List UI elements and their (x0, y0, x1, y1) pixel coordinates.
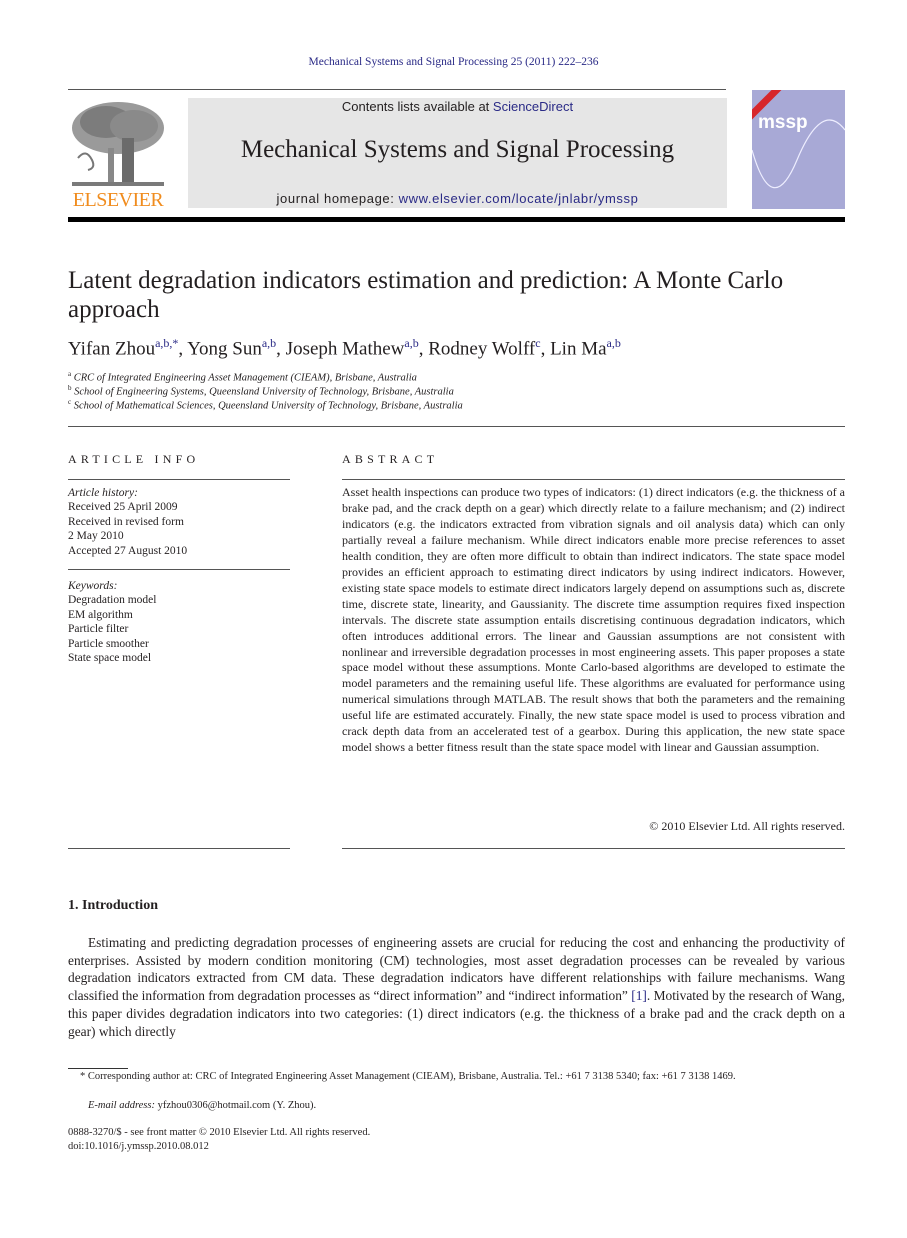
doi-line[interactable]: doi:10.1016/j.ymssp.2010.08.012 (68, 1140, 828, 1155)
contents-line: Contents lists available at ScienceDirec… (188, 99, 727, 114)
history-item: Received in revised form (68, 515, 184, 528)
email-address[interactable]: yfzhou0306@hotmail.com (Y. Zhou). (155, 1100, 317, 1111)
footnote-rule (68, 1068, 128, 1069)
author-name[interactable]: Joseph Mathew (286, 338, 405, 359)
author-affiliation-sup[interactable]: a,b (404, 336, 418, 350)
affiliation: c School of Mathematical Sciences, Queen… (68, 398, 463, 412)
corresponding-author-note: * Corresponding author at: CRC of Integr… (80, 1071, 736, 1082)
affiliation: b School of Engineering Systems, Queensl… (68, 384, 454, 398)
affiliation-text: CRC of Integrated Engineering Asset Mana… (73, 372, 417, 384)
email-note: E-mail address: yfzhou0306@hotmail.com (… (68, 1099, 848, 1114)
keywords-rule (68, 569, 290, 570)
author-affiliation-sup[interactable]: a,b (262, 336, 276, 350)
keyword: Particle smoother (68, 637, 149, 650)
article-title: Latent degradation indicators estimation… (68, 267, 784, 323)
introduction-heading: 1. Introduction (68, 898, 158, 913)
journal-name: Mechanical Systems and Signal Processing (240, 136, 675, 163)
affiliations-rule (68, 426, 845, 427)
affiliation-text: School of Engineering Systems, Queenslan… (74, 386, 454, 398)
journal-homepage-link[interactable]: www.elsevier.com/locate/jnlabr/ymssp (399, 191, 639, 206)
affiliation-key: b (68, 384, 72, 392)
introduction-text: Estimating and predicting degradation pr… (68, 934, 845, 1040)
homepage-prefix: journal homepage: (276, 191, 399, 206)
article-info-bottom-rule (68, 848, 290, 849)
keyword: Particle filter (68, 623, 129, 636)
journal-reference[interactable]: Mechanical Systems and Signal Processing… (0, 56, 907, 68)
author-name[interactable]: Yifan Zhou (68, 338, 155, 359)
affiliation-key: a (68, 370, 72, 378)
author-name[interactable]: Yong Sun (187, 338, 262, 359)
author-name[interactable]: Lin Ma (550, 338, 606, 359)
keywords-label: Keywords: (68, 580, 118, 592)
keyword: State space model (68, 652, 152, 665)
homepage-line: journal homepage: www.elsevier.com/locat… (188, 191, 727, 206)
article-info-rule (68, 479, 290, 480)
abstract-text: Asset health inspections can produce two… (342, 485, 845, 755)
author-list: Yifan Zhoua,b,*, Yong Suna,b, Joseph Mat… (68, 336, 621, 360)
elsevier-wordmark: ELSEVIER (72, 189, 164, 211)
author-name[interactable]: Rodney Wolff (428, 338, 535, 359)
contents-prefix: Contents lists available at (341, 99, 493, 114)
keyword: EM algorithm (68, 608, 133, 621)
keyword: Degradation model (68, 594, 157, 607)
affiliation-text: School of Mathematical Sciences, Queensl… (73, 400, 463, 412)
keywords: Keywords: Degradation model EM algorithm… (68, 579, 156, 665)
author-affiliation-sup[interactable]: c (535, 336, 540, 350)
author-affiliation-sup[interactable]: a,b,* (155, 336, 178, 350)
abstract-heading: ABSTRACT (342, 452, 439, 466)
article-history: Article history: Received 25 April 2009 … (68, 486, 187, 558)
reference-link[interactable]: [1] (631, 988, 647, 1003)
abstract-rule (342, 479, 845, 480)
affiliation-key: c (68, 398, 72, 406)
email-label: E-mail address: (88, 1100, 155, 1111)
history-item: 2 May 2010 (68, 530, 124, 543)
header-rule (68, 89, 726, 90)
article-info-heading: ARTICLE INFO (68, 452, 200, 466)
issn-line: 0888-3270/$ - see front matter © 2010 El… (68, 1127, 371, 1138)
header-thick-rule (68, 217, 845, 222)
article-history-label: Article history: (68, 487, 138, 499)
history-item: Accepted 27 August 2010 (68, 544, 188, 557)
author-affiliation-sup[interactable]: a,b (607, 336, 621, 350)
journal-cover-thumbnail[interactable]: mssp (752, 90, 845, 209)
cover-waveform-icon (752, 119, 845, 189)
history-item: Received 25 April 2009 (68, 501, 178, 514)
sciencedirect-link[interactable]: ScienceDirect (493, 99, 573, 114)
abstract-bottom-rule (342, 848, 845, 849)
abstract-copyright: © 2010 Elsevier Ltd. All rights reserved… (649, 819, 845, 833)
affiliation: a CRC of Integrated Engineering Asset Ma… (68, 370, 417, 384)
